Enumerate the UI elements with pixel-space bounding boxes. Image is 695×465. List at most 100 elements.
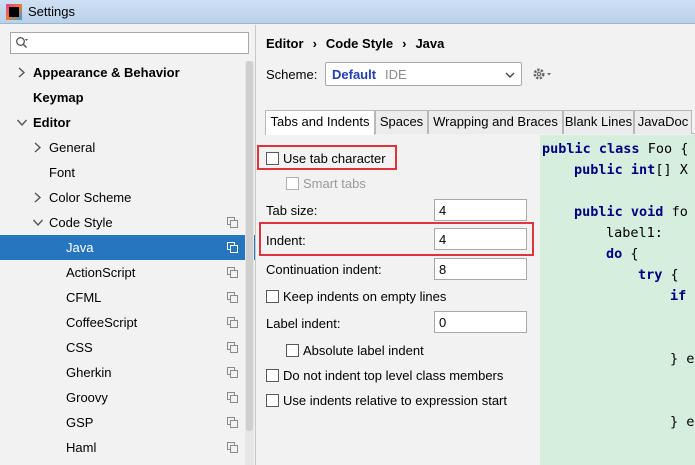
absolute-label-indent-checkbox[interactable] [286,344,299,357]
copy-icon [227,392,238,403]
smart-tabs-checkbox[interactable] [286,177,299,190]
indents-relative-expr-checkbox[interactable] [266,394,279,407]
tab-spaces[interactable]: Spaces [375,110,428,134]
scheme-label: Scheme: [266,67,318,82]
sidebar-item-java[interactable]: Java [0,235,255,260]
sidebar-item-gherkin[interactable]: Gherkin [0,360,255,385]
keep-indents-empty-label: Keep indents on empty lines [283,289,447,304]
tab-label: Tabs and Indents [270,114,370,129]
copy-icon [227,292,238,303]
tab-wrapping-and-braces[interactable]: Wrapping and Braces [428,110,563,134]
breadcrumb: Editor › Code Style › Java [266,36,444,51]
code-line: public int[] X [574,162,688,178]
continuation-indent-input[interactable]: 8 [434,258,527,280]
sidebar-item-keymap[interactable]: Keymap [0,85,255,110]
scrollbar-thumb[interactable] [246,61,253,431]
sidebar-item-label: Java [66,240,94,255]
sidebar-item-label: Appearance & Behavior [33,65,180,80]
window-title: Settings [28,4,75,19]
sidebar-item-label: General [49,140,96,155]
sidebar-item-label: Haml [66,440,97,455]
sidebar-scrollbar[interactable] [245,61,254,465]
smart-tabs-label: Smart tabs [303,176,366,191]
sidebar-item-general[interactable]: General [0,135,255,160]
tab-label: Spaces [379,114,424,129]
sidebar-item-code-style[interactable]: Code Style [0,210,255,235]
title-bar: Settings [0,0,695,24]
breadcrumb-separator: › [312,36,317,51]
sidebar-item-label: Code Style [49,215,113,230]
sidebar-item-haml[interactable]: Haml [0,435,255,460]
scheme-select[interactable]: Default IDE [325,62,522,86]
sidebar-item-label: Groovy [66,390,108,405]
sidebar-item-label: ActionScript [66,265,136,280]
label-indent-label: Label indent: [266,316,341,331]
breadcrumb-editor: Editor [266,36,304,51]
code-line: public void fo [574,204,688,220]
copy-icon [227,317,238,328]
tab-label: Blank Lines [564,114,633,129]
tab-javadoc[interactable]: JavaDoc [634,110,692,134]
absolute-label-indent-label: Absolute label indent [303,343,424,358]
chevron-right-icon[interactable] [32,135,44,160]
breadcrumb-java: Java [415,36,445,51]
breadcrumb-separator: › [402,36,407,51]
tab-size-label: Tab size: [266,203,318,218]
code-line: do { [606,246,639,262]
search-icon [16,37,28,49]
code-line: if [670,288,687,304]
sidebar-item-cfml[interactable]: CFML [0,285,255,310]
sidebar-item-label: CoffeeScript [66,315,138,330]
no-indent-top-level-label: Do not indent top level class members [283,368,504,383]
sidebar-item-css[interactable]: CSS [0,335,255,360]
breadcrumb-code-style: Code Style [325,36,394,51]
scheme-name: Default [332,67,377,82]
sidebar-item-groovy[interactable]: Groovy [0,385,255,410]
code-line: try { [638,267,679,283]
sidebar-item-editor[interactable]: Editor [0,110,255,135]
tab-tabs-and-indents[interactable]: Tabs and Indents [265,110,375,135]
copy-icon [227,367,238,378]
app-icon [6,4,22,20]
main-panel: Editor › Code Style › Java Scheme: Default I… [257,25,695,465]
copy-icon [227,417,238,428]
tab-blank-lines[interactable]: Blank Lines [563,110,634,134]
sidebar-item-label: CSS [66,340,93,355]
code-line: } e [670,414,695,430]
no-indent-top-level-checkbox[interactable] [266,369,279,382]
chevron-right-icon[interactable] [32,185,44,210]
chevron-right-icon[interactable] [16,60,28,85]
settings-sidebar: Appearance & Behavior Keymap Editor General… [0,25,256,465]
sidebar-item-gsp[interactable]: GSP [0,410,255,435]
sidebar-item-coffeescript[interactable]: CoffeeScript [0,310,255,335]
sidebar-item-actionscript[interactable]: ActionScript [0,260,255,285]
tab-label: Wrapping and Braces [433,114,558,129]
sidebar-item-label: Keymap [33,90,84,105]
chevron-down-icon[interactable] [16,110,28,135]
sidebar-item-label: Font [49,165,76,180]
copy-icon [227,342,238,353]
copy-icon [227,217,238,228]
chevron-down-icon [505,72,515,78]
tabs-and-indents-panel: Use tab character Smart tabs Tab size: 4… [257,135,537,465]
sidebar-item-label: Editor [33,115,71,130]
copy-icon [227,267,238,278]
tab-label: JavaDoc [637,114,689,129]
tab-bar: Tabs and Indents Spaces Wrapping and Bra… [265,110,695,135]
label-indent-input[interactable]: 0 [434,311,527,333]
tab-size-input[interactable]: 4 [434,199,527,221]
sidebar-item-appearance-behavior[interactable]: Appearance & Behavior [0,60,255,85]
search-input[interactable] [10,32,249,54]
sidebar-item-label: Color Scheme [49,190,132,205]
keep-indents-empty-checkbox[interactable] [266,290,279,303]
gear-icon[interactable] [531,66,553,82]
copy-icon [227,442,238,453]
sidebar-item-label: CFML [66,290,102,305]
code-line: public class Foo { [542,141,689,157]
chevron-down-icon[interactable] [32,210,44,235]
code-preview: public class Foo { public int[] X public… [540,135,695,465]
sidebar-item-label: GSP [66,415,94,430]
sidebar-item-font[interactable]: Font [0,160,255,185]
indents-relative-expr-label: Use indents relative to expression start [283,393,507,408]
sidebar-item-color-scheme[interactable]: Color Scheme [0,185,255,210]
